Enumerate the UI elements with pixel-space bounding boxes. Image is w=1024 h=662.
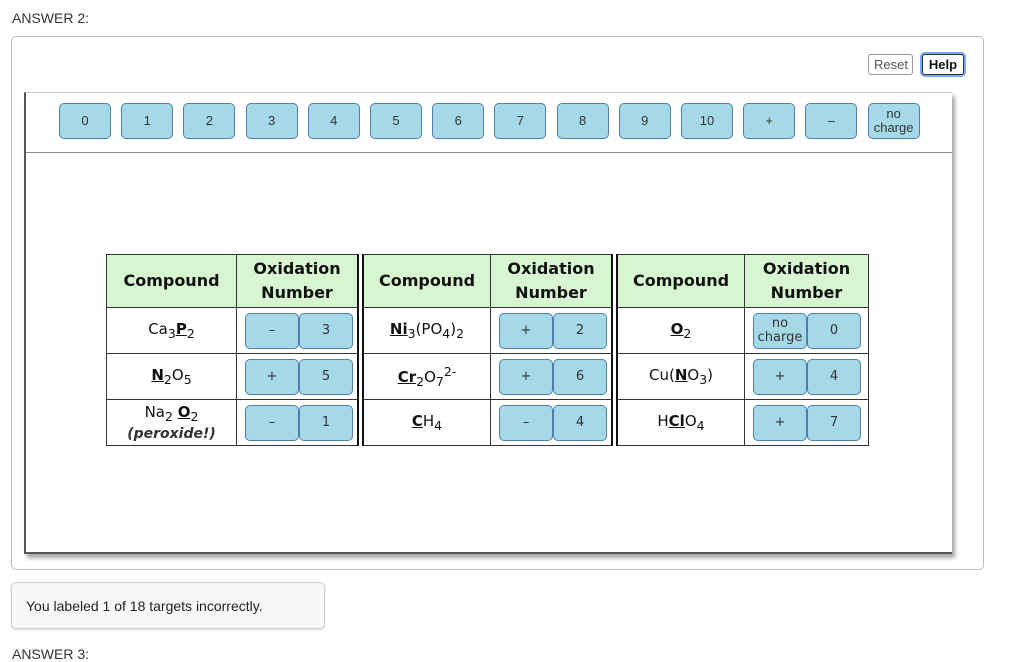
- label-chip[interactable]: 10: [681, 103, 733, 139]
- oxidation-table: Compound Oxidation Number Compound Oxidation…: [106, 254, 869, 446]
- reset-button[interactable]: Reset: [868, 54, 913, 75]
- compound-cell: Cu(NO3): [611, 353, 745, 400]
- placed-sign-chip[interactable]: –: [245, 313, 299, 349]
- table-row: N2O5 +5 Cr2O72- +6 Cu(NO3) +4: [106, 353, 869, 400]
- compound-cell: HClO4: [611, 399, 745, 446]
- placed-sign-chip[interactable]: +: [753, 359, 807, 395]
- placed-sign-chip[interactable]: –: [245, 405, 299, 441]
- answer-label: ANSWER 2:: [12, 10, 90, 26]
- drop-target-cell: +5: [236, 353, 361, 400]
- placed-value-chip[interactable]: 5: [299, 359, 353, 395]
- next-answer-label: ANSWER 3:: [12, 646, 90, 662]
- table-row: Na2 O2 (peroxide!) –1 CH4–4 HClO4 +7: [106, 399, 869, 446]
- label-chip[interactable]: 0: [59, 103, 111, 139]
- drop-target-cell: –3: [236, 307, 361, 354]
- drop-target-cell: +4: [744, 353, 869, 400]
- placed-value-chip[interactable]: 7: [807, 405, 861, 441]
- compound-cell: O2: [611, 307, 745, 354]
- label-chip[interactable]: 9: [618, 103, 671, 139]
- drop-target-cell: +6: [490, 353, 615, 400]
- label-chip[interactable]: +: [743, 103, 796, 139]
- placed-value-chip[interactable]: 6: [553, 359, 607, 395]
- placed-sign-chip[interactable]: +: [499, 359, 553, 395]
- drop-target-cell: no charge 0: [744, 307, 869, 354]
- header-oxidation-number: Oxidation Number: [236, 254, 361, 308]
- label-chip[interactable]: 7: [494, 103, 547, 139]
- header-oxidation-number: Oxidation Number: [490, 254, 615, 308]
- placed-value-chip[interactable]: 4: [807, 359, 861, 395]
- label-chip[interactable]: 4: [307, 103, 360, 139]
- help-button[interactable]: Help: [922, 54, 964, 75]
- drop-target-cell: +2: [490, 307, 615, 354]
- header-compound: Compound: [611, 254, 745, 308]
- placed-sign-chip[interactable]: +: [753, 405, 807, 441]
- label-chip[interactable]: 6: [432, 103, 485, 139]
- drop-target-cell: –1: [236, 399, 361, 446]
- compound-cell: Na2 O2 (peroxide!): [106, 399, 237, 446]
- placed-sign-chip[interactable]: –: [499, 405, 553, 441]
- placed-value-chip[interactable]: 2: [553, 313, 607, 349]
- placed-value-chip[interactable]: 1: [299, 405, 353, 441]
- label-chip[interactable]: 5: [370, 103, 422, 139]
- placed-value-chip[interactable]: 0: [807, 313, 861, 349]
- drop-target-cell: –4: [490, 399, 615, 446]
- placed-value-chip[interactable]: 4: [553, 405, 607, 441]
- label-chip[interactable]: 2: [183, 103, 236, 139]
- table-row: Ca3P2–3 Ni3(PO4)2 +2 O2 no charge 0: [106, 307, 869, 354]
- placed-value-chip[interactable]: 3: [299, 313, 353, 349]
- compound-cell: Ca3P2: [106, 307, 237, 354]
- feedback-box: You labeled 1 of 18 targets incorrectly.: [11, 582, 325, 629]
- placed-sign-chip[interactable]: +: [499, 313, 553, 349]
- compound-cell: N2O5: [106, 353, 237, 400]
- label-chip[interactable]: 1: [121, 103, 174, 139]
- header-compound: Compound: [106, 254, 237, 308]
- compound-cell: Ni3(PO4)2: [357, 307, 491, 354]
- placed-sign-chip[interactable]: +: [245, 359, 299, 395]
- feedback-text: You labeled 1 of 18 targets incorrectly.: [26, 598, 263, 614]
- label-chip[interactable]: 3: [245, 103, 298, 139]
- bank-divider: [26, 152, 952, 153]
- header-compound: Compound: [357, 254, 491, 308]
- drop-target-cell: +7: [744, 399, 869, 446]
- compound-cell: CH4: [357, 399, 491, 446]
- header-oxidation-number: Oxidation Number: [744, 254, 869, 308]
- compound-cell: Cr2O72-: [357, 353, 491, 400]
- placed-sign-chip[interactable]: no charge: [753, 313, 807, 349]
- label-chip[interactable]: 8: [556, 103, 609, 139]
- label-chip[interactable]: –: [805, 103, 858, 139]
- label-chip[interactable]: no charge: [867, 103, 920, 139]
